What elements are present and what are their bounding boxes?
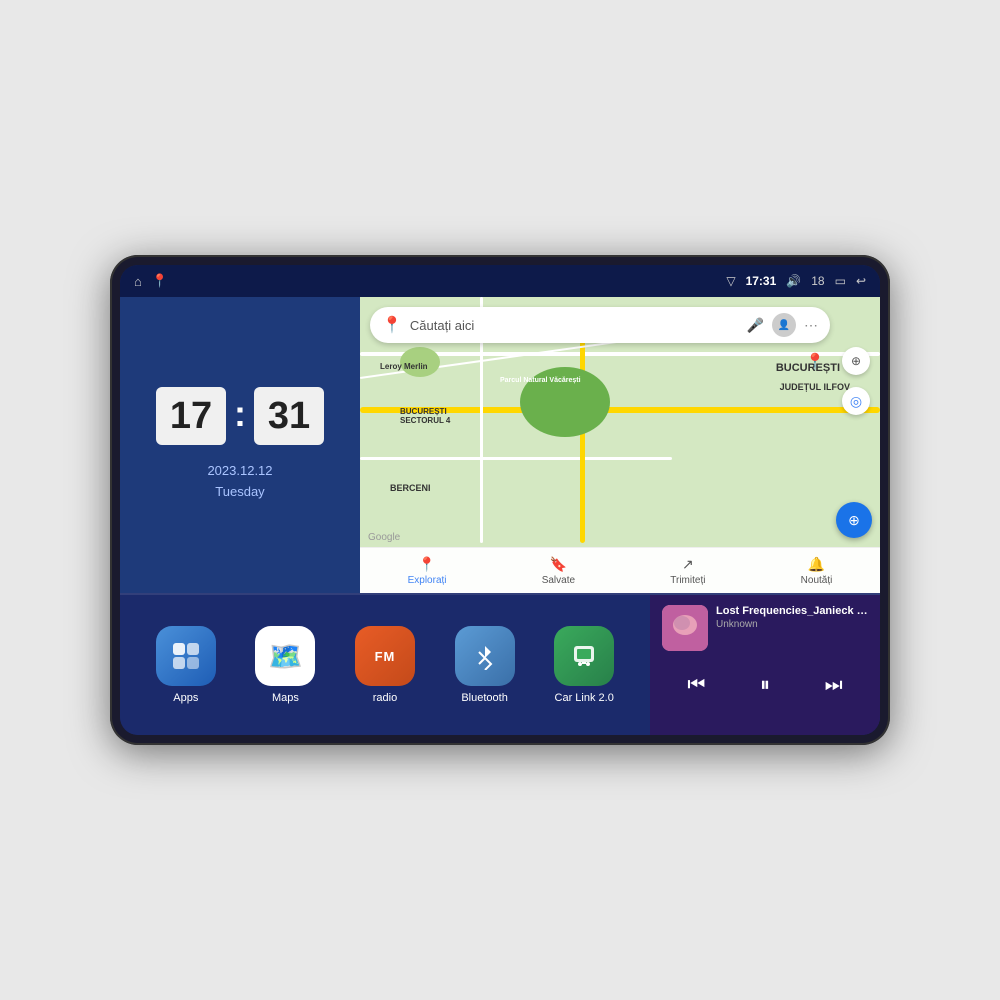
app-item-bluetooth[interactable]: Bluetooth — [455, 626, 515, 704]
maps-status-icon[interactable]: 📍 — [152, 273, 168, 289]
apps-panel: Apps 🗺️ Maps FM radio — [120, 595, 650, 735]
device-screen: ⌂ 📍 ▽ 17:31 🔊 18 ▭ ↩ 17 : — [120, 265, 880, 735]
status-time: 17:31 — [746, 274, 777, 288]
user-avatar[interactable]: 👤 — [772, 313, 796, 337]
status-right-icons: ▽ 17:31 🔊 18 ▭ ↩ — [726, 274, 866, 288]
saved-icon: 🔖 — [550, 556, 567, 573]
apps-label: Apps — [173, 692, 198, 704]
status-left-icons: ⌂ 📍 — [134, 273, 168, 289]
news-icon: 🔔 — [808, 556, 825, 573]
music-panel: Lost Frequencies_Janieck Devy-... Unknow… — [650, 595, 880, 735]
app-item-radio[interactable]: FM radio — [355, 626, 415, 704]
road-h3 — [360, 457, 672, 460]
clock-date: 2023.12.12 Tuesday — [207, 461, 272, 503]
bluetooth-label: Bluetooth — [461, 692, 507, 704]
apps-icon — [156, 626, 216, 686]
map-search-bar[interactable]: 📍 Căutați aici 🎤 👤 ⋯ — [370, 307, 830, 343]
maps-label: Maps — [272, 692, 299, 704]
clock-display: 17 : 31 — [156, 387, 324, 445]
home-icon[interactable]: ⌂ — [134, 274, 142, 289]
clock-minutes: 31 — [254, 387, 324, 445]
explore-icon: 📍 — [418, 556, 435, 573]
ilfov-label: JUDEȚUL ILFOV — [780, 382, 850, 392]
clock-hours: 17 — [156, 387, 226, 445]
road-v2 — [580, 337, 585, 543]
bottom-row: Apps 🗺️ Maps FM radio — [120, 595, 880, 735]
music-thumbnail — [662, 605, 708, 651]
leroy-label: Leroy Merlin — [380, 362, 428, 371]
clock-colon: : — [234, 393, 246, 435]
volume-level: 18 — [811, 274, 824, 288]
app-item-maps[interactable]: 🗺️ Maps — [255, 626, 315, 704]
map-marker: 📍 — [805, 352, 825, 372]
map-panel[interactable]: 📍 Căutați aici 🎤 👤 ⋯ — [360, 297, 880, 593]
map-bottom-nav: 📍 Explorați 🔖 Salvate ↗ Trimiteți 🔔 — [360, 547, 880, 593]
map-compass-button[interactable]: ◎ — [842, 387, 870, 415]
status-bar: ⌂ 📍 ▽ 17:31 🔊 18 ▭ ↩ — [120, 265, 880, 297]
app-item-apps[interactable]: Apps — [156, 626, 216, 704]
back-icon[interactable]: ↩ — [856, 274, 866, 288]
music-next-button[interactable]: ⏭ — [816, 667, 852, 703]
send-icon: ↗ — [682, 556, 694, 573]
radio-label: radio — [373, 692, 397, 704]
map-pin-icon: 📍 — [382, 315, 402, 335]
clock-panel: 17 : 31 2023.12.12 Tuesday — [120, 297, 360, 593]
parcul-label: Parcul Natural Văcărești — [500, 377, 581, 384]
music-controls: ⏮ ⏸ ⏭ — [662, 667, 868, 703]
music-info: Lost Frequencies_Janieck Devy-... Unknow… — [716, 605, 868, 630]
music-title: Lost Frequencies_Janieck Devy-... — [716, 605, 868, 617]
signal-icon: ▽ — [726, 274, 735, 288]
map-nav-explore[interactable]: 📍 Explorați — [408, 556, 447, 586]
app-item-carlink[interactable]: Car Link 2.0 — [554, 626, 614, 704]
map-nav-send[interactable]: ↗ Trimiteți — [670, 556, 705, 586]
music-artist: Unknown — [716, 619, 868, 630]
music-top: Lost Frequencies_Janieck Devy-... Unknow… — [662, 605, 868, 651]
carlink-label: Car Link 2.0 — [555, 692, 614, 704]
radio-icon: FM — [355, 626, 415, 686]
main-area: 17 : 31 2023.12.12 Tuesday 📍 Căutați aic… — [120, 297, 880, 735]
battery-icon: ▭ — [835, 274, 846, 288]
sector4-label: BUCUREȘTISECTORUL 4 — [400, 407, 450, 425]
music-play-pause-button[interactable]: ⏸ — [747, 667, 783, 703]
map-zoom-button[interactable]: ⊕ — [842, 347, 870, 375]
map-nav-news[interactable]: 🔔 Noutăți — [801, 556, 833, 586]
top-row: 17 : 31 2023.12.12 Tuesday 📍 Căutați aic… — [120, 297, 880, 593]
map-more-icon[interactable]: ⋯ — [804, 317, 818, 334]
map-search-input[interactable]: Căutați aici — [410, 318, 739, 333]
map-mic-icon[interactable]: 🎤 — [747, 317, 764, 334]
volume-icon: 🔊 — [786, 274, 801, 288]
berceni-label: BERCENI — [390, 483, 431, 493]
google-logo: Google — [368, 532, 400, 543]
car-display-device: ⌂ 📍 ▽ 17:31 🔊 18 ▭ ↩ 17 : — [110, 255, 890, 745]
carlink-icon — [554, 626, 614, 686]
map-nav-saved[interactable]: 🔖 Salvate — [542, 556, 575, 586]
music-prev-button[interactable]: ⏮ — [678, 667, 714, 703]
maps-icon: 🗺️ — [255, 626, 315, 686]
bluetooth-icon — [455, 626, 515, 686]
map-fab-button[interactable]: ⊕ — [836, 502, 872, 538]
